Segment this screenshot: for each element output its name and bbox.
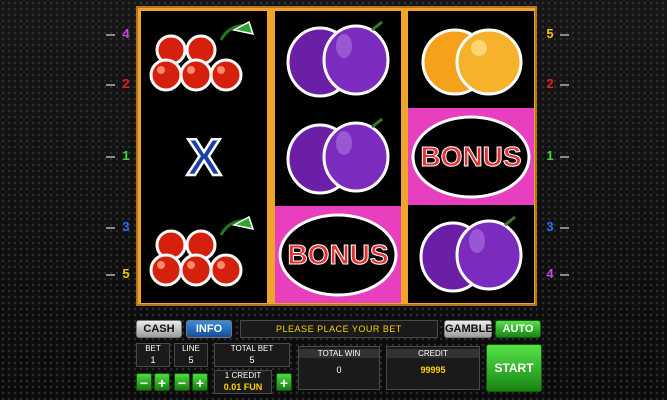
payline-left-1: 1: [122, 148, 130, 163]
line-minus-button[interactable]: −: [174, 373, 190, 391]
total-win-box: TOTAL WIN 0: [298, 346, 380, 390]
total-win-label: TOTAL WIN: [299, 349, 379, 358]
total-bet-value: 5: [249, 355, 255, 365]
svg-text:BONUS: BONUS: [420, 141, 521, 172]
info-button[interactable]: INFO: [186, 320, 232, 338]
symbol-cherries: [141, 11, 267, 108]
symbol-bonus: BONUS: [408, 108, 534, 205]
payline-left-4: 4: [122, 26, 130, 41]
payline-tick: [560, 84, 569, 86]
denomination-plus-button[interactable]: +: [276, 373, 292, 391]
bet-label: BET: [145, 344, 161, 353]
symbol-plum: [275, 11, 401, 108]
plum-icon: [286, 117, 390, 194]
line-plus-button[interactable]: +: [192, 373, 208, 391]
gamble-button[interactable]: GAMBLE: [444, 320, 493, 338]
bet-value: 1: [150, 355, 156, 365]
symbol-plum: [408, 206, 534, 303]
total-bet-box: TOTAL BET 5: [214, 343, 290, 367]
credit-value: 99995: [420, 365, 446, 375]
reel-1: X: [141, 11, 267, 303]
payline-left-5: 5: [122, 266, 130, 281]
bet-box: BET 1: [136, 343, 170, 367]
symbol-cherries: [141, 206, 267, 303]
reel-3: BONUS: [408, 11, 534, 303]
cherries-icon: [149, 215, 255, 286]
plum-icon: [286, 20, 390, 97]
bonus-icon: BONUS: [411, 115, 531, 198]
credit-unit-label: 1 CREDIT: [224, 371, 262, 380]
orange-icon: [421, 28, 523, 95]
payline-tick: [560, 156, 569, 158]
payline-left-2: 2: [122, 76, 130, 91]
message-display: PLEASE PLACE YOUR BET: [240, 320, 438, 338]
symbol-plum: [275, 108, 401, 205]
payline-right-3: 3: [546, 219, 554, 234]
credit-denomination-box: 1 CREDIT 0.01 FUN: [214, 370, 272, 394]
payline-tick: [560, 274, 569, 276]
svg-text:X: X: [187, 129, 222, 187]
total-win-value: 0: [336, 365, 342, 375]
payline-tick: [560, 227, 569, 229]
cherries-icon: [149, 20, 255, 91]
line-value: 5: [188, 355, 194, 365]
reel-2: BONUS: [275, 11, 401, 303]
bet-minus-button[interactable]: −: [136, 373, 152, 391]
cash-button[interactable]: CASH: [136, 320, 182, 338]
plum-icon: [419, 215, 523, 292]
symbol-orange: [408, 11, 534, 108]
x-icon: X: [185, 127, 223, 187]
payline-left-3: 3: [122, 219, 130, 234]
total-bet-label: TOTAL BET: [230, 344, 274, 353]
line-label: LINE: [182, 344, 200, 353]
svg-text:BONUS: BONUS: [287, 239, 388, 270]
symbol-bonus: BONUS: [275, 206, 401, 303]
bonus-icon: BONUS: [278, 213, 398, 296]
bet-plus-button[interactable]: +: [154, 373, 170, 391]
credit-box: CREDIT 99995: [386, 346, 480, 390]
line-box: LINE 5: [174, 343, 208, 367]
payline-tick: [106, 227, 115, 229]
payline-right-2: 2: [546, 76, 554, 91]
payline-tick: [106, 274, 115, 276]
payline-tick: [560, 34, 569, 36]
credit-label: CREDIT: [387, 349, 479, 358]
payline-tick: [106, 34, 115, 36]
credit-unit-value: 0.01 FUN: [223, 382, 263, 392]
payline-tick: [106, 84, 115, 86]
payline-right-5: 5: [546, 26, 554, 41]
payline-right-4: 4: [546, 266, 554, 281]
status-message: PLEASE PLACE YOUR BET: [276, 324, 402, 334]
reel-frame: X BONUS BONUS: [136, 6, 537, 306]
auto-button[interactable]: AUTO: [495, 320, 541, 338]
start-button[interactable]: START: [486, 344, 542, 392]
payline-right-1: 1: [546, 148, 554, 163]
payline-tick: [106, 156, 115, 158]
symbol-x: X: [141, 108, 267, 205]
